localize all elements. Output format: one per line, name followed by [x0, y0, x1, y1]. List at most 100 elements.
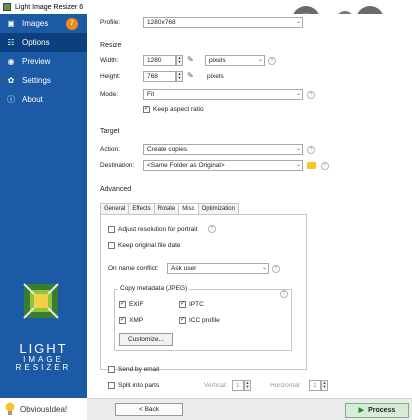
- horizontal-stepper[interactable]: ▲ ▼: [321, 380, 328, 391]
- sidebar-item-label: Preview: [22, 57, 51, 66]
- process-button[interactable]: ▶ Process: [345, 403, 409, 418]
- width-input[interactable]: 1280: [143, 55, 176, 66]
- profile-label: Profile:: [100, 19, 121, 26]
- help-icon[interactable]: ?: [272, 265, 280, 273]
- destination-select[interactable]: <Same Folder as Original> ⌄: [143, 160, 303, 171]
- wand-icon[interactable]: ✎: [187, 71, 194, 80]
- chevron-down-icon: ⌄: [295, 162, 301, 168]
- vertical-value: 1: [236, 382, 240, 389]
- tab-optimization[interactable]: Optimization: [197, 203, 239, 214]
- horizontal-label: Horizontal:: [270, 382, 302, 389]
- height-input[interactable]: 768: [143, 71, 176, 82]
- mode-select[interactable]: Fit ⌄: [143, 89, 303, 100]
- help-icon[interactable]: ?: [321, 162, 329, 170]
- split-parts-checkbox[interactable]: [108, 382, 115, 389]
- chevron-down-icon: ⌄: [295, 146, 301, 152]
- chevron-down-icon: ⌄: [257, 57, 263, 63]
- destination-value: <Same Folder as Original>: [147, 162, 225, 169]
- conflict-select[interactable]: Ask user ⌄: [167, 263, 269, 274]
- tab-effects[interactable]: Effects: [128, 203, 155, 214]
- advanced-heading: Advanced: [100, 186, 132, 193]
- profile-value: 1280x768: [147, 19, 176, 26]
- options-icon: ☷: [7, 38, 15, 47]
- resizer-logo-icon: [22, 282, 60, 320]
- options-panel: Profile: 1280x768 ⌄ Resize Width: 1280 ▲…: [87, 14, 412, 420]
- keep-date-label: Keep original file date: [118, 242, 181, 249]
- icc-checkbox[interactable]: ✓: [179, 317, 186, 324]
- unit-select[interactable]: pixels ⌄: [205, 55, 265, 66]
- sidebar-item-label: Options: [22, 38, 50, 47]
- tab-rotate[interactable]: Rotate: [153, 203, 180, 214]
- horizontal-value: 1: [313, 382, 317, 389]
- sidebar-item-options[interactable]: ☷ Options: [0, 33, 87, 52]
- customize-button[interactable]: Customize...: [119, 333, 173, 346]
- iptc-label: IPTC: [189, 301, 204, 308]
- width-stepper[interactable]: ▲ ▼: [176, 55, 183, 66]
- company-name: ObviousIdea!: [20, 404, 68, 414]
- profile-select[interactable]: 1280x768 ⌄: [143, 17, 303, 28]
- iptc-checkbox[interactable]: ✓: [179, 301, 186, 308]
- keep-aspect-checkbox[interactable]: ✓: [143, 106, 150, 113]
- chevron-down-icon: ⌄: [295, 91, 301, 97]
- help-icon[interactable]: ?: [280, 290, 288, 298]
- action-value: Create copies: [147, 146, 188, 153]
- chevron-down-icon: ⌄: [295, 19, 301, 25]
- send-email-checkbox[interactable]: [108, 366, 115, 373]
- sidebar-item-settings[interactable]: ✿ Settings: [0, 71, 87, 90]
- folder-icon[interactable]: [307, 162, 316, 169]
- sidebar: ▣ Images 7 ☷ Options ◉ Preview ✿ Setting…: [0, 14, 87, 420]
- sidebar-item-label: About: [22, 95, 43, 104]
- send-email-label: Send by email: [118, 366, 160, 373]
- horizontal-input[interactable]: 1: [309, 380, 321, 391]
- adjust-portrait-label: Adjust resolution for portrait: [118, 226, 198, 233]
- preview-icon: ◉: [7, 57, 15, 66]
- action-select[interactable]: Create copies ⌄: [143, 144, 303, 155]
- sidebar-item-images[interactable]: ▣ Images 7: [0, 14, 87, 33]
- resize-heading: Resize: [100, 42, 122, 49]
- icc-label: ICC profile: [189, 317, 220, 324]
- help-icon[interactable]: ?: [307, 146, 315, 154]
- advanced-tabs: General Effects Rotate Misc Optimization: [100, 203, 239, 215]
- tab-general[interactable]: General: [100, 203, 130, 214]
- mode-value: Fit: [147, 91, 155, 98]
- destination-label: Destination:: [100, 162, 135, 169]
- images-icon: ▣: [7, 19, 15, 28]
- process-label: Process: [368, 407, 396, 414]
- keep-date-checkbox[interactable]: [108, 242, 115, 249]
- about-icon: ⓘ: [7, 95, 15, 104]
- height-stepper[interactable]: ▲ ▼: [176, 71, 183, 82]
- exif-label: EXIF: [129, 301, 144, 308]
- company-link[interactable]: ObviousIdea!: [0, 398, 87, 420]
- sidebar-item-about[interactable]: ⓘ About: [0, 90, 87, 109]
- height-value: 768: [147, 73, 158, 80]
- unit-value: pixels: [209, 57, 226, 64]
- settings-icon: ✿: [7, 76, 15, 85]
- play-icon: ▶: [358, 407, 365, 414]
- wand-icon[interactable]: ✎: [187, 55, 194, 64]
- exif-checkbox[interactable]: ✓: [119, 301, 126, 308]
- vertical-label: Vertical:: [204, 382, 228, 389]
- sidebar-item-label: Images: [22, 19, 49, 28]
- footer-bar: < Back ▶ Process: [87, 398, 412, 420]
- xmp-label: XMP: [129, 317, 144, 324]
- bulb-icon: [5, 402, 15, 415]
- brand-line-1: LIGHT: [19, 341, 68, 356]
- target-heading: Target: [100, 128, 120, 135]
- chevron-down-icon: ⌄: [261, 265, 267, 271]
- help-icon[interactable]: ?: [208, 225, 216, 233]
- adjust-portrait-checkbox[interactable]: [108, 226, 115, 233]
- keep-aspect-label: Keep aspect ratio: [153, 106, 204, 113]
- app-icon: [3, 3, 11, 11]
- help-icon[interactable]: ?: [307, 91, 315, 99]
- sidebar-item-preview[interactable]: ◉ Preview: [0, 52, 87, 71]
- vertical-stepper[interactable]: ▲ ▼: [244, 380, 251, 391]
- mode-label: Mode:: [100, 91, 119, 98]
- width-value: 1280: [147, 57, 162, 64]
- help-icon[interactable]: ?: [268, 57, 276, 65]
- back-button[interactable]: < Back: [115, 403, 183, 416]
- vertical-input[interactable]: 1: [232, 380, 244, 391]
- xmp-checkbox[interactable]: ✓: [119, 317, 126, 324]
- conflict-label: On name conflict:: [108, 265, 159, 272]
- images-count-badge: 7: [66, 17, 78, 30]
- brand-line-3: RESIZER: [15, 363, 72, 373]
